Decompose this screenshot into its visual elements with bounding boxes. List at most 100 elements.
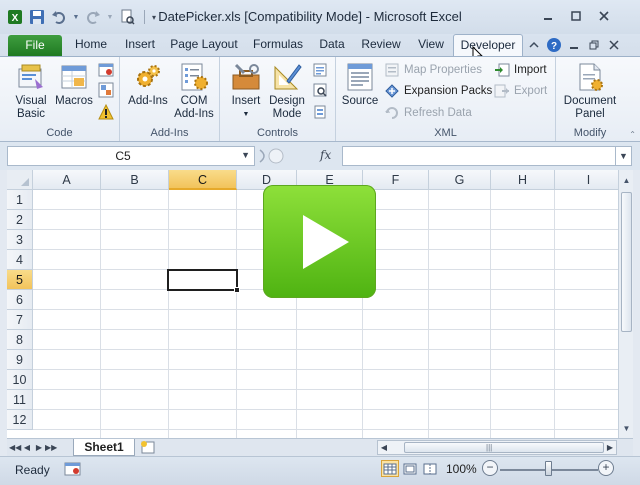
column-header-i[interactable]: I [555, 170, 618, 190]
close-icon[interactable] [590, 6, 618, 26]
macro-security-button[interactable] [98, 103, 118, 121]
formula-input[interactable] [342, 146, 616, 166]
vertical-scroll-thumb[interactable] [621, 192, 632, 332]
column-header-g[interactable]: G [429, 170, 491, 190]
view-shortcuts [381, 460, 441, 477]
first-sheet-icon[interactable]: ◀◀ [9, 440, 21, 455]
scroll-up-icon[interactable]: ▲ [619, 174, 634, 188]
zoom-out-icon[interactable]: − [482, 460, 498, 476]
workbook-restore-icon[interactable] [584, 36, 604, 54]
expansion-packs-button[interactable]: Expansion Packs [384, 82, 492, 100]
tab-developer[interactable]: Developer [453, 34, 523, 56]
print-preview-icon[interactable] [118, 8, 136, 26]
insert-control-button[interactable]: Insert ▼ [226, 61, 266, 121]
run-dialog-button[interactable] [312, 103, 332, 121]
design-mode-button[interactable]: Design Mode [266, 61, 308, 121]
gridline [490, 190, 491, 438]
save-icon[interactable] [28, 8, 46, 26]
redo-dropdown-icon[interactable]: ▼ [106, 8, 114, 26]
excel-logo-icon[interactable]: X [6, 8, 24, 26]
expand-formula-bar-icon[interactable]: ▼ [616, 146, 632, 166]
source-button[interactable]: Source [340, 61, 380, 108]
column-header-h[interactable]: H [491, 170, 555, 190]
workbook-close-icon[interactable] [604, 36, 624, 54]
row-header-2[interactable]: 2 [7, 210, 33, 230]
row-header-11[interactable]: 11 [7, 390, 33, 410]
insert-function-icon[interactable]: fx [320, 148, 331, 162]
sheet-tab-sheet1[interactable]: Sheet1 [73, 439, 135, 456]
vertical-scrollbar[interactable]: ▲ ▼ [618, 170, 633, 438]
active-cell-c5[interactable] [167, 269, 238, 291]
row-header-1[interactable]: 1 [7, 190, 33, 210]
tab-data[interactable]: Data [316, 34, 348, 56]
record-macro-button[interactable] [98, 61, 118, 79]
normal-view-icon[interactable] [381, 460, 399, 477]
select-all-corner[interactable] [7, 170, 33, 190]
name-box[interactable]: C5 ▼ [7, 146, 255, 166]
macro-recording-icon[interactable] [64, 461, 82, 477]
ribbon-developer: Visual Basic Macros Code Add-Ins COM Add… [0, 56, 640, 142]
name-box-dropdown-icon[interactable]: ▼ [241, 150, 250, 160]
gridline [100, 190, 101, 438]
insert-worksheet-icon[interactable] [139, 440, 157, 455]
row-header-12[interactable]: 12 [7, 410, 33, 430]
redo-icon[interactable] [84, 8, 102, 26]
zoom-slider-thumb[interactable] [545, 461, 552, 476]
tab-insert[interactable]: Insert [120, 34, 160, 56]
zoom-level[interactable]: 100% [446, 462, 477, 476]
visual-basic-icon [15, 61, 47, 93]
visual-basic-button[interactable]: Visual Basic [10, 61, 52, 121]
undo-icon[interactable] [50, 8, 68, 26]
tab-page-layout[interactable]: Page Layout [168, 34, 240, 56]
minimize-icon[interactable] [534, 6, 562, 26]
next-sheet-icon[interactable]: ▶ [33, 440, 45, 455]
horizontal-scrollbar[interactable]: ◀ ||| ▶ [377, 440, 617, 455]
row-header-7[interactable]: 7 [7, 310, 33, 330]
row-header-8[interactable]: 8 [7, 330, 33, 350]
document-panel-button[interactable]: Document Panel [560, 61, 620, 121]
import-button[interactable]: Import [494, 61, 547, 79]
zoom-in-icon[interactable]: + [598, 460, 614, 476]
row-header-5[interactable]: 5 [7, 270, 33, 290]
refresh-data-button[interactable]: Refresh Data [384, 104, 472, 122]
com-addins-button[interactable]: COM Add-Ins [172, 61, 216, 121]
scroll-left-icon[interactable]: ◀ [378, 441, 390, 454]
row-header-3[interactable]: 3 [7, 230, 33, 250]
tab-view[interactable]: View [414, 34, 448, 56]
page-break-preview-icon[interactable] [421, 460, 439, 477]
row-header-4[interactable]: 4 [7, 250, 33, 270]
last-sheet-icon[interactable]: ▶▶ [45, 440, 57, 455]
scroll-right-icon[interactable]: ▶ [604, 441, 616, 454]
tab-home[interactable]: Home [72, 34, 110, 56]
undo-dropdown-icon[interactable]: ▼ [72, 8, 80, 26]
fill-handle[interactable] [234, 287, 240, 293]
row-header-10[interactable]: 10 [7, 370, 33, 390]
scroll-grip-icon: ||| [486, 443, 493, 452]
scroll-down-icon[interactable]: ▼ [619, 422, 634, 436]
export-button[interactable]: Export [494, 82, 547, 100]
tab-file[interactable]: File [8, 35, 62, 56]
video-play-button[interactable] [263, 185, 376, 298]
restore-icon[interactable] [562, 6, 590, 26]
ribbon-expand-icon[interactable]: ⌃ [629, 130, 636, 139]
column-header-a[interactable]: A [33, 170, 101, 190]
horizontal-scroll-thumb[interactable] [404, 442, 604, 453]
row-header-6[interactable]: 6 [7, 290, 33, 310]
prev-sheet-icon[interactable]: ◀ [21, 440, 33, 455]
tab-formulas[interactable]: Formulas [250, 34, 306, 56]
addins-button[interactable]: Add-Ins [126, 61, 170, 108]
map-properties-button[interactable]: Map Properties [384, 61, 482, 79]
tab-review[interactable]: Review [358, 34, 404, 56]
row-header-9[interactable]: 9 [7, 350, 33, 370]
properties-button[interactable] [312, 61, 332, 79]
workbook-minimize-icon[interactable] [564, 36, 584, 54]
column-header-b[interactable]: B [101, 170, 169, 190]
minimize-ribbon-icon[interactable] [524, 36, 544, 54]
page-layout-view-icon[interactable] [401, 460, 419, 477]
column-header-c[interactable]: C [169, 170, 237, 190]
macros-button[interactable]: Macros [54, 61, 94, 108]
relative-references-button[interactable] [98, 81, 118, 99]
view-code-button[interactable] [312, 81, 332, 99]
ribbon-right-controls: ? [524, 36, 624, 54]
help-icon[interactable]: ? [544, 36, 564, 54]
